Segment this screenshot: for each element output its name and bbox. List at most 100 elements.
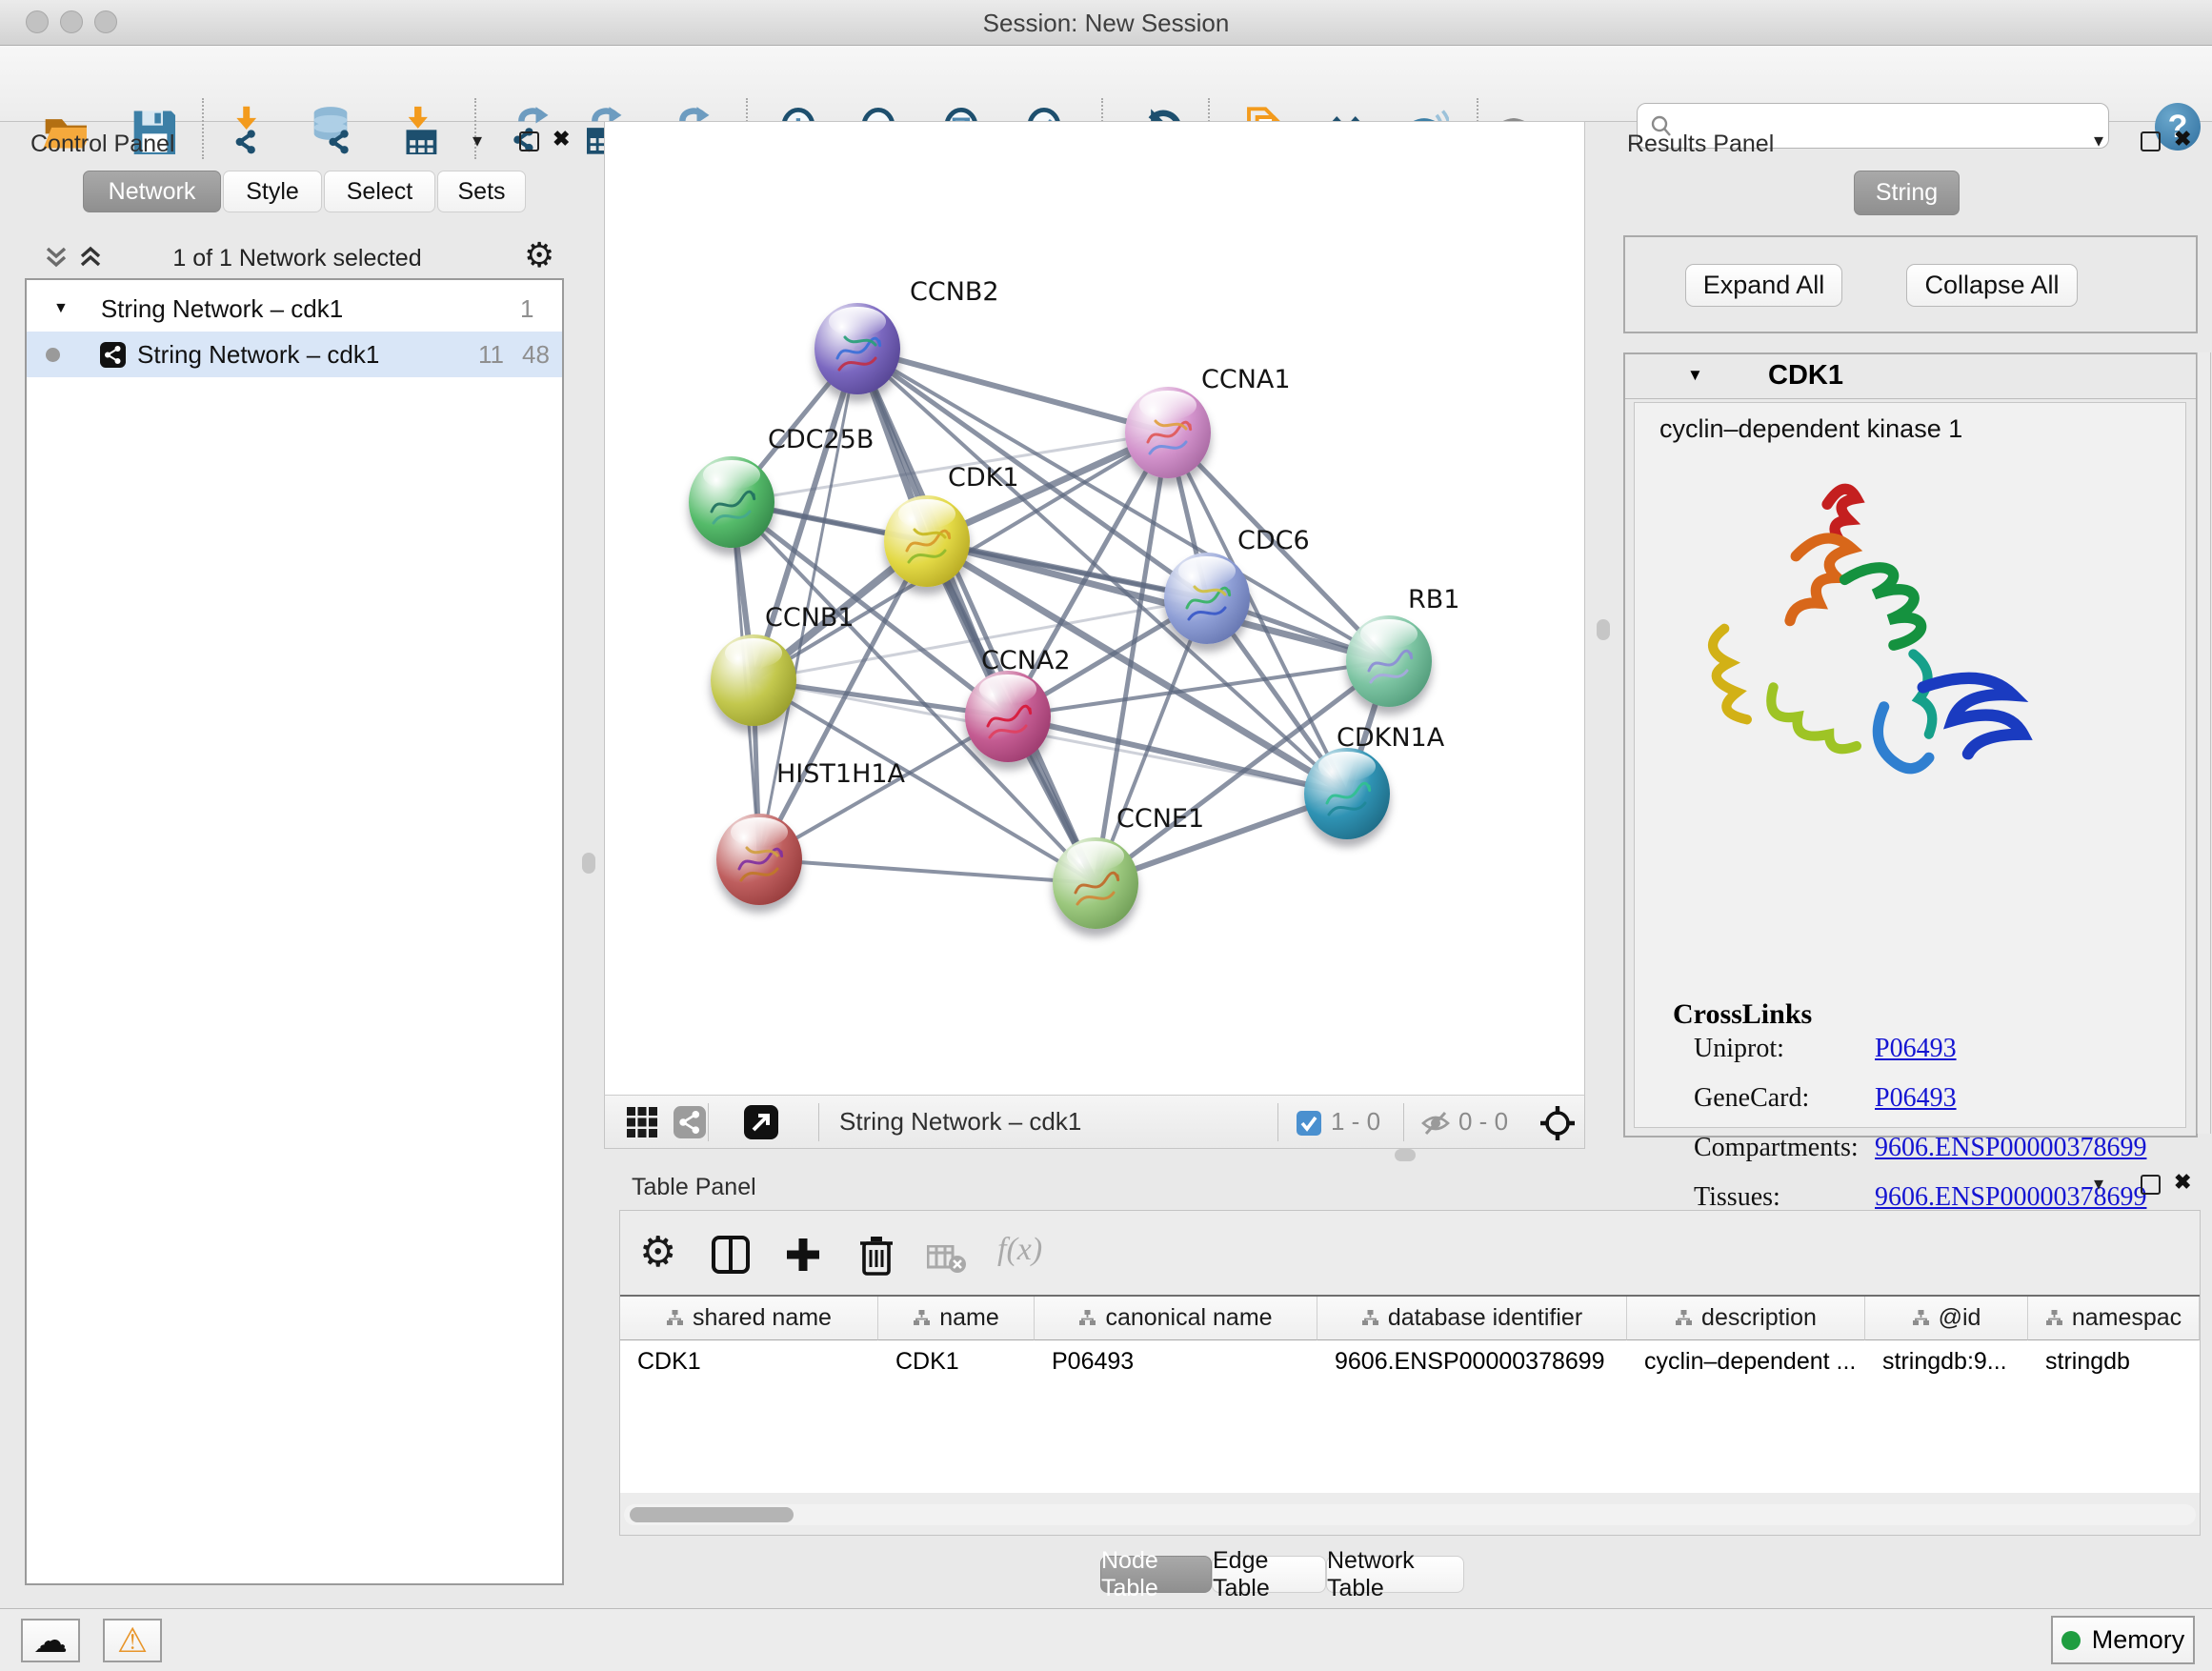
crosslink-link[interactable]: P06493 bbox=[1875, 1083, 1957, 1114]
control-panel-float-icon[interactable] bbox=[519, 131, 539, 151]
column-header-@id[interactable]: @id bbox=[1865, 1297, 2028, 1340]
warnings-button[interactable]: ⚠ bbox=[103, 1619, 162, 1662]
tab-node-table[interactable]: Node Table bbox=[1100, 1556, 1212, 1593]
column-type-icon bbox=[1078, 1310, 1096, 1326]
crosslink-label: Uniprot: bbox=[1694, 1034, 1784, 1064]
table-cell[interactable]: CDK1 bbox=[878, 1340, 1035, 1382]
results-panel-float-icon[interactable] bbox=[2141, 131, 2161, 151]
table-cell[interactable]: stringdb bbox=[2028, 1340, 2200, 1382]
collapse-all-icon[interactable] bbox=[44, 245, 69, 276]
column-header-description[interactable]: description bbox=[1627, 1297, 1865, 1340]
results-scrollbar[interactable] bbox=[2197, 352, 2211, 1134]
table-panel-title: Table Panel bbox=[632, 1174, 756, 1201]
hidden-eye-icon[interactable] bbox=[1420, 1109, 1451, 1137]
node-shine bbox=[1139, 391, 1196, 420]
column-header-canonical-name[interactable]: canonical name bbox=[1035, 1297, 1317, 1340]
node-CCNB2[interactable] bbox=[814, 303, 900, 394]
control-panel-close-icon[interactable]: ✖ bbox=[553, 127, 570, 151]
network-row[interactable]: String Network – cdk1 11 48 bbox=[27, 332, 562, 377]
tab-network-table[interactable]: Network Table bbox=[1326, 1556, 1464, 1593]
node-shine bbox=[1360, 619, 1417, 649]
birdseye-crosshair-icon[interactable] bbox=[1538, 1104, 1577, 1142]
control-panel: Control Panel ▾ ✖ NetworkStyleSelectSets… bbox=[11, 121, 570, 1593]
network-collection-row[interactable]: ▼ String Network – cdk1 1 bbox=[27, 286, 562, 332]
grid-view-icon[interactable] bbox=[626, 1106, 658, 1138]
expand-all-icon[interactable] bbox=[78, 245, 103, 276]
cloud-button[interactable]: ☁ bbox=[21, 1619, 80, 1662]
left-splitter-grip[interactable] bbox=[582, 853, 595, 874]
column-header-namespac[interactable]: namespac bbox=[2028, 1297, 2200, 1340]
column-header-shared-name[interactable]: shared name bbox=[620, 1297, 878, 1340]
table-panel-float-icon[interactable] bbox=[2141, 1175, 2161, 1195]
node-label-CDKN1A: CDKN1A bbox=[1337, 723, 1444, 753]
table-cell[interactable]: 9606.ENSP00000378699 bbox=[1317, 1340, 1627, 1382]
collapse-all-button[interactable]: Collapse All bbox=[1906, 264, 2078, 307]
node-CCNA1[interactable] bbox=[1125, 387, 1211, 478]
node-label-HIST1H1A: HIST1H1A bbox=[776, 759, 905, 789]
table-panel-close-icon[interactable]: ✖ bbox=[2174, 1170, 2191, 1195]
tab-select[interactable]: Select bbox=[324, 171, 435, 212]
expand-all-button[interactable]: Expand All bbox=[1685, 264, 1842, 307]
column-header-name[interactable]: name bbox=[878, 1297, 1035, 1340]
right-splitter-grip[interactable] bbox=[1597, 619, 1610, 640]
delete-column-icon[interactable] bbox=[858, 1234, 895, 1276]
selected-checkbox-icon[interactable] bbox=[1297, 1111, 1321, 1136]
main-toolbar: ? bbox=[0, 46, 2212, 122]
node-shine bbox=[1318, 752, 1375, 781]
control-panel-menu-icon[interactable]: ▾ bbox=[473, 129, 482, 152]
tab-sets[interactable]: Sets bbox=[437, 171, 526, 212]
table-hscrollbar-thumb[interactable] bbox=[630, 1507, 794, 1522]
protein-description: cyclin–dependent kinase 1 bbox=[1659, 414, 1962, 444]
column-type-icon bbox=[1675, 1310, 1693, 1326]
table-cell[interactable]: stringdb:9... bbox=[1865, 1340, 2028, 1382]
node-HIST1H1A[interactable] bbox=[716, 814, 802, 905]
protein-card-header[interactable]: ▼ CDK1 bbox=[1625, 354, 2196, 399]
node-CDK1[interactable] bbox=[884, 495, 970, 587]
node-CDKN1A[interactable] bbox=[1304, 748, 1390, 839]
network-options-gear-icon[interactable]: ⚙ bbox=[524, 235, 554, 275]
memory-button[interactable]: Memory bbox=[2051, 1616, 2195, 1664]
results-panel-close-icon[interactable]: ✖ bbox=[2174, 127, 2191, 151]
node-label-CDK1: CDK1 bbox=[948, 463, 1019, 493]
column-header-database-identifier[interactable]: database identifier bbox=[1317, 1297, 1627, 1340]
add-column-icon[interactable] bbox=[784, 1236, 822, 1274]
table-panel-menu-icon[interactable]: ▾ bbox=[2094, 1172, 2103, 1196]
show-columns-icon[interactable] bbox=[712, 1236, 750, 1274]
birdseye-share-icon[interactable] bbox=[674, 1106, 706, 1138]
collapse-triangle-icon[interactable]: ▼ bbox=[1687, 366, 1703, 385]
network-selection-status: 1 of 1 Network selected bbox=[126, 245, 469, 272]
function-builder-icon[interactable]: f(x) bbox=[997, 1232, 1042, 1268]
status-bar: ☁ ⚠ Memory bbox=[0, 1608, 2212, 1671]
column-label: canonical name bbox=[1105, 1304, 1272, 1332]
window-title: Session: New Session bbox=[0, 9, 2212, 38]
node-CCNB1[interactable] bbox=[711, 634, 796, 726]
collapse-triangle-icon[interactable]: ▼ bbox=[53, 300, 69, 317]
table-cell[interactable]: P06493 bbox=[1035, 1340, 1317, 1382]
results-buttons-box: Expand All Collapse All bbox=[1623, 235, 2198, 333]
node-RB1[interactable] bbox=[1346, 615, 1432, 707]
table-gear-icon[interactable]: ⚙ bbox=[639, 1228, 676, 1277]
network-canvas[interactable]: CCNB2CCNA1CDC25BCDK1CDC6RB1CCNB1CCNA2CDK… bbox=[604, 121, 1585, 1096]
collection-count: 1 bbox=[520, 294, 533, 324]
tab-edge-table[interactable]: Edge Table bbox=[1212, 1556, 1326, 1593]
node-CDC6[interactable] bbox=[1164, 553, 1250, 644]
crosslink-link[interactable]: P06493 bbox=[1875, 1034, 1957, 1064]
tab-style[interactable]: Style bbox=[223, 171, 322, 212]
open-in-window-icon[interactable] bbox=[744, 1105, 778, 1139]
results-panel-menu-icon[interactable]: ▾ bbox=[2094, 129, 2103, 152]
tab-network[interactable]: Network bbox=[83, 171, 221, 212]
table-hscrollbar[interactable] bbox=[624, 1504, 2196, 1525]
node-CDC25B[interactable] bbox=[689, 456, 774, 548]
table-cell[interactable]: cyclin–dependent ... bbox=[1627, 1340, 1865, 1382]
edge-count: 48 bbox=[522, 340, 550, 370]
node-shine bbox=[1178, 556, 1235, 586]
node-label-CCNA1: CCNA1 bbox=[1201, 365, 1291, 394]
node-table[interactable]: shared nameCDK1nameCDK1 canonical name P06… bbox=[620, 1295, 2200, 1493]
node-shine bbox=[725, 638, 781, 668]
table-container: ⚙ f(x) shared nameCDK1nameCDK1 canonical … bbox=[619, 1210, 2201, 1536]
tab-string[interactable]: String bbox=[1854, 171, 1960, 215]
delete-table-icon[interactable] bbox=[927, 1245, 967, 1274]
node-CCNA2[interactable] bbox=[965, 671, 1051, 762]
node-CCNE1[interactable] bbox=[1053, 837, 1138, 929]
table-cell[interactable]: CDK1 bbox=[620, 1340, 878, 1382]
